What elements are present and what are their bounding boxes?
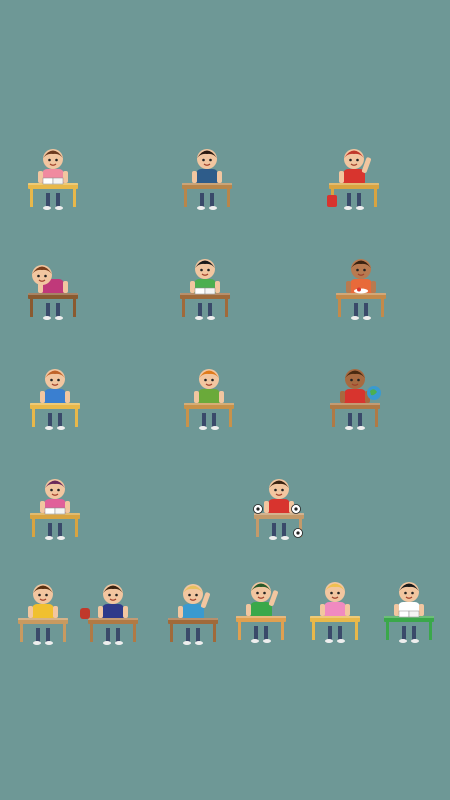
boy-red-shirt-waving-sprite <box>327 149 379 210</box>
student-girl-pink-writing[interactable] <box>28 475 82 541</box>
girl-blonde-pink-sprite <box>310 582 360 643</box>
student-girl-blonde-pink[interactable] <box>308 578 362 644</box>
classroom-board <box>0 0 450 800</box>
boy-sitting-blue-shirt-sprite <box>182 149 232 210</box>
student-boy-with-globe[interactable] <box>328 365 382 431</box>
boy-green-shirt-writing-sprite <box>180 259 230 320</box>
student-boy-red-shirt-waving[interactable] <box>327 145 381 211</box>
boy-curly-hair-eating-sprite <box>336 259 386 320</box>
girl-pink-writing-sprite <box>30 479 80 540</box>
boy-with-backpack-sprite <box>80 584 138 645</box>
student-boy-raising-hand[interactable] <box>166 580 220 646</box>
student-girl-blue-dress[interactable] <box>28 365 82 431</box>
student-boy-with-backpack[interactable] <box>80 580 140 646</box>
student-girl-reading-book[interactable] <box>26 145 80 211</box>
student-boy-sitting-blue-shirt[interactable] <box>180 145 234 211</box>
boy-with-globe-sprite <box>330 369 381 430</box>
student-boy-sleeping-on-desk[interactable] <box>26 255 80 321</box>
boy-sleeping-on-desk-sprite <box>28 265 78 320</box>
boy-yellow-shirt-sprite <box>18 584 68 645</box>
girl-reading-book-sprite <box>28 149 78 210</box>
student-boy-open-book-smiling[interactable] <box>382 578 436 644</box>
student-boy-yellow-shirt[interactable] <box>16 580 70 646</box>
student-boy-soccer-balls[interactable] <box>252 475 306 541</box>
boy-orange-hair-green-shirt-sprite <box>184 369 234 430</box>
student-boy-green-shirt-writing[interactable] <box>178 255 232 321</box>
boy-soccer-balls-sprite <box>253 479 304 540</box>
student-boy-curly-hair-eating[interactable] <box>334 255 388 321</box>
student-boy-orange-hair-green-shirt[interactable] <box>182 365 236 431</box>
girl-blue-dress-sprite <box>30 369 80 430</box>
boy-open-book-smiling-sprite <box>384 582 434 643</box>
boy-raising-hand-sprite <box>168 584 218 645</box>
boy-green-cap-books-sprite <box>236 582 286 643</box>
student-boy-green-cap-books[interactable] <box>234 578 288 644</box>
